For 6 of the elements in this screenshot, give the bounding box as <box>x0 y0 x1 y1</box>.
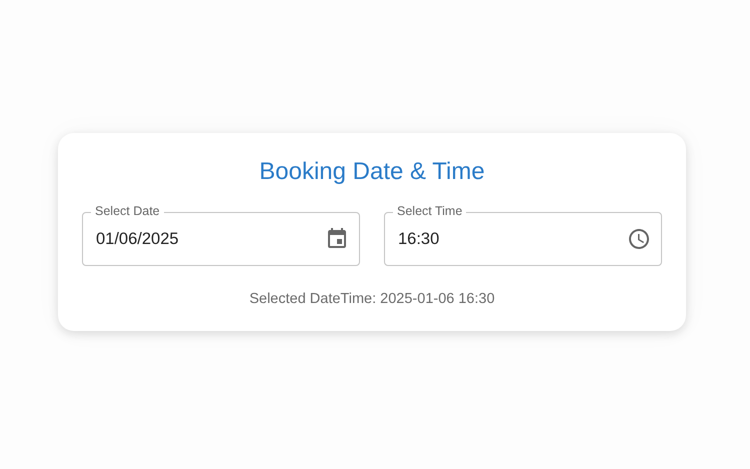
calendar-icon[interactable] <box>325 227 349 251</box>
field-value: 16:30 <box>398 230 440 248</box>
card-title: Booking Date & Time <box>259 157 485 187</box>
field-value: 01/06/2025 <box>96 230 180 248</box>
clock-icon[interactable] <box>627 227 651 251</box>
selected-datetime-text: Selected DateTime: 2025-01-06 16:30 <box>249 291 495 307</box>
